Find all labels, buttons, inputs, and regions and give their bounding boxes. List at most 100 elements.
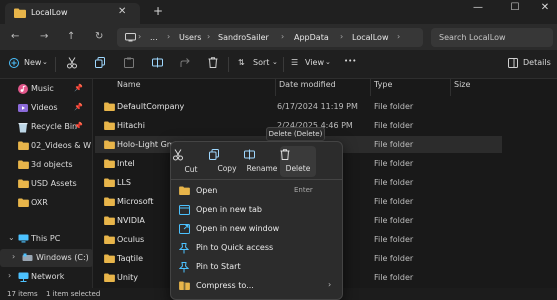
chevron-down-icon: ⌄ (42, 58, 48, 66)
search-box[interactable]: Search LocalLow (431, 28, 553, 47)
copy-icon[interactable] (95, 57, 105, 68)
file-name: LLS (117, 178, 131, 187)
table-row[interactable]: DefaultCompany 6/17/2024 11:19 PM File fol… (95, 98, 502, 115)
sidebar-item-music[interactable]: Music 📌 (0, 80, 93, 98)
sidebar-item-windows-c[interactable]: › Windows (C:) (0, 249, 93, 267)
sidebar-item-network[interactable]: › Network (0, 268, 93, 286)
file-date: 6/17/2024 11:19 PM (277, 102, 358, 111)
new-button[interactable]: New (24, 58, 41, 67)
file-type: File folder (374, 216, 414, 225)
column-header-date-modified[interactable]: Date modified (279, 80, 336, 96)
delete-icon[interactable] (208, 57, 218, 68)
paste-icon[interactable] (124, 57, 134, 68)
tab-strip: LocalLow ✕ + — ☐ ✕ (0, 0, 557, 24)
chevron-right-icon: › (138, 32, 142, 41)
delete-icon (280, 149, 316, 160)
folder-icon (104, 254, 115, 263)
folder-icon (104, 197, 115, 206)
folder-icon (18, 198, 29, 207)
shortcut-label: Enter (294, 186, 313, 194)
file-type: File folder (374, 197, 414, 206)
sidebar-item-videos[interactable]: Videos 📌 (0, 99, 93, 117)
column-header-size[interactable]: Size (454, 80, 470, 96)
address-row: ← → ↑ ↻ › ... › Users › SandroSailer › A… (0, 24, 557, 50)
rename-icon[interactable] (152, 57, 163, 68)
sidebar-item-videos-wa[interactable]: 02_Videos & Wa (0, 137, 93, 155)
refresh-icon[interactable]: ↻ (95, 31, 103, 42)
column-header-name[interactable]: Name (117, 80, 141, 96)
close-window-button[interactable]: ✕ (535, 2, 555, 13)
breadcrumb[interactable]: › ... › Users › SandroSailer › AppData ›… (117, 28, 423, 47)
back-arrow-icon[interactable]: ← (11, 31, 19, 42)
search-input[interactable]: Search LocalLow (439, 33, 506, 42)
close-tab-icon[interactable]: ✕ (118, 6, 126, 17)
rename-button[interactable]: Rename (244, 146, 280, 177)
menu-item-compress[interactable]: Compress to... › (171, 276, 342, 295)
menu-item-open[interactable]: Open Enter (171, 181, 342, 200)
chevron-down-icon: ⌄ (325, 58, 331, 66)
menu-item-open-new-window[interactable]: Open in new window (171, 219, 342, 238)
copy-button[interactable]: Copy (209, 146, 245, 177)
file-name: DefaultCompany (117, 102, 185, 111)
file-name: Microsoft (117, 197, 154, 206)
breadcrumb-locallow[interactable]: LocalLow (352, 33, 389, 42)
file-type: File folder (374, 140, 414, 149)
cut-icon[interactable] (67, 57, 77, 69)
monitor-icon (125, 33, 136, 42)
folder-icon (18, 179, 29, 188)
folder-icon (18, 141, 29, 150)
up-arrow-icon[interactable]: ↑ (67, 31, 75, 42)
new-tab-button[interactable]: + (153, 4, 163, 18)
chevron-right-icon[interactable]: › (8, 271, 11, 280)
view-button[interactable]: View (305, 58, 324, 67)
zip-icon (179, 281, 190, 290)
copy-icon (209, 149, 245, 160)
folder-icon (104, 273, 115, 282)
sidebar-item-3d-objects[interactable]: 3d objects (0, 156, 93, 174)
minimize-button[interactable]: — (468, 2, 488, 13)
more-options-button[interactable]: ••• (344, 57, 356, 65)
file-name: Taqtile (117, 254, 144, 263)
menu-item-open-new-tab[interactable]: Open in new tab (171, 200, 342, 219)
menu-item-pin-start[interactable]: Pin to Start (171, 257, 342, 276)
delete-button[interactable]: Delete (280, 146, 316, 177)
sort-button[interactable]: Sort (253, 58, 269, 67)
new-window-icon (179, 224, 190, 234)
file-type: File folder (374, 235, 414, 244)
folder-icon (104, 216, 115, 225)
folder-icon (104, 159, 115, 168)
sidebar-item-oxr[interactable]: OXR (0, 194, 93, 212)
file-name: Oculus (117, 235, 145, 244)
drive-icon (22, 253, 33, 262)
share-icon[interactable] (180, 57, 191, 68)
sort-icon: ⇅ (238, 58, 245, 67)
file-type: File folder (374, 121, 414, 130)
sidebar-item-label: Network (31, 272, 65, 281)
maximize-button[interactable]: ☐ (505, 2, 525, 13)
chevron-right-icon[interactable]: › (12, 252, 15, 261)
item-count: 17 items (7, 290, 38, 298)
chevron-down-icon[interactable]: ⌄ (8, 233, 15, 242)
sidebar-item-this-pc[interactable]: ⌄ This PC (0, 230, 93, 248)
file-type: File folder (374, 159, 414, 168)
sidebar-item-label: Windows (C:) (36, 253, 88, 262)
pin-start-icon (179, 262, 189, 273)
sidebar-item-label: 3d objects (31, 160, 73, 169)
sidebar-item-usd-assets[interactable]: USD Assets (0, 175, 93, 193)
file-type: File folder (374, 273, 414, 282)
tab-locallow[interactable]: LocalLow ✕ (5, 3, 140, 24)
column-header-type[interactable]: Type (374, 80, 392, 96)
forward-arrow-icon[interactable]: → (40, 31, 48, 42)
breadcrumb-users[interactable]: Users (179, 33, 201, 42)
chevron-right-icon: › (167, 32, 171, 41)
pin-icon: 📌 (74, 84, 83, 92)
details-button[interactable]: Details (523, 58, 551, 67)
folder-icon (104, 102, 115, 111)
breadcrumb-ellipsis[interactable]: ... (150, 33, 158, 42)
cut-button[interactable]: Cut (173, 146, 209, 177)
breadcrumb-sandrosailer[interactable]: SandroSailer (218, 33, 269, 42)
open-folder-icon (179, 186, 190, 195)
sidebar-item-recycle-bin[interactable]: Recycle Bin 📌 (0, 118, 93, 136)
menu-item-pin-quick-access[interactable]: Pin to Quick access (171, 238, 342, 257)
breadcrumb-appdata[interactable]: AppData (294, 33, 329, 42)
